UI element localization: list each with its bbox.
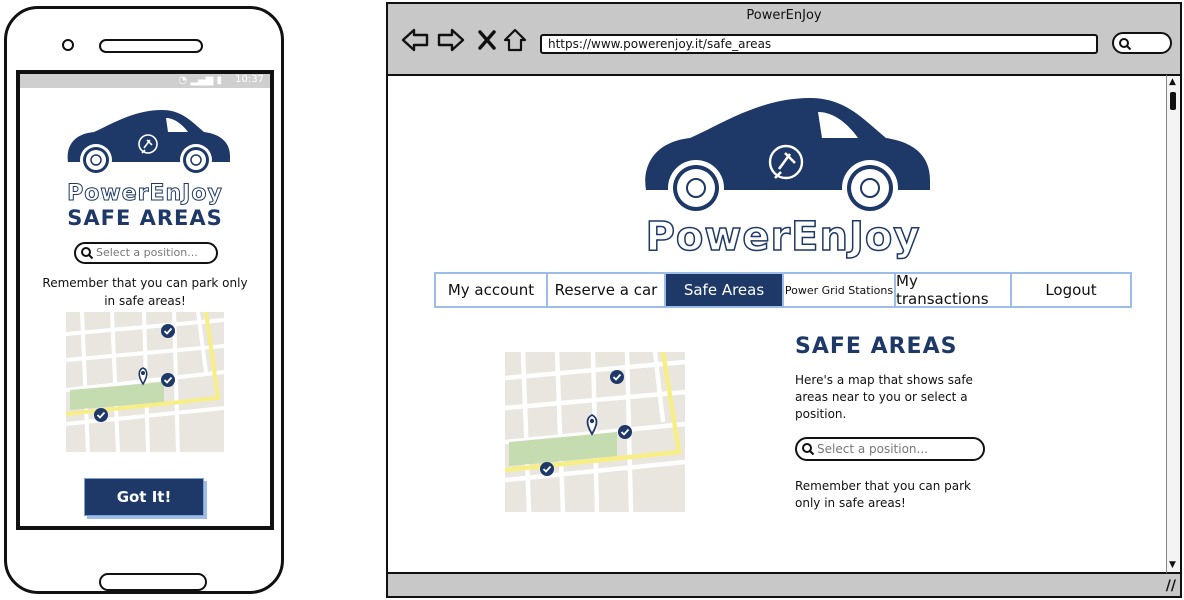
browser-search-box[interactable] xyxy=(1112,32,1172,54)
status-time: 10:37 xyxy=(235,74,264,85)
map-description: Here's a map that shows safe areas near … xyxy=(795,373,973,421)
search-icon xyxy=(81,247,94,260)
menu-item-logout[interactable]: Logout xyxy=(1012,274,1130,306)
remember-text: Remember that you can park only in safe … xyxy=(795,479,971,510)
wifi-icon: ◔ ▂▄▆ ▮ xyxy=(178,75,222,86)
car-logo-icon xyxy=(645,98,930,216)
position-search-input[interactable]: Select a position... xyxy=(74,242,218,264)
close-x-icon[interactable] xyxy=(476,26,498,54)
page-title: SAFE AREAS xyxy=(795,334,958,359)
brand-logo-text: PowerEnJoy xyxy=(67,181,223,207)
menu-item-reserve-a-car[interactable]: Reserve a car xyxy=(548,274,666,306)
home-icon[interactable] xyxy=(502,26,528,54)
scroll-up-icon[interactable]: ▲ xyxy=(1169,78,1176,87)
status-bar: ◔ ▂▄▆ ▮ 10:37 xyxy=(20,74,270,88)
window-title: PowerEnJoy xyxy=(746,8,822,23)
search-placeholder: Select a position... xyxy=(817,442,928,456)
phone-screen: ◔ ▂▄▆ ▮ 10:37 PowerEnJoy SAFE AREAS Sele… xyxy=(16,70,274,530)
address-bar-url: https://www.powerenjoy.it/safe_areas xyxy=(548,37,772,51)
check-marker-icon[interactable] xyxy=(610,370,624,384)
car-logo-icon xyxy=(67,110,231,176)
check-marker-icon[interactable] xyxy=(94,408,108,422)
menu-item-power-grid-stations[interactable]: Power Grid Stations xyxy=(784,274,896,306)
menu-item-my-transactions[interactable]: My transactions xyxy=(896,272,1012,308)
main-menu: My account Reserve a car Safe Areas Powe… xyxy=(434,272,1132,308)
vertical-scrollbar[interactable]: ▲ ▼ xyxy=(1166,74,1180,574)
scroll-thumb[interactable] xyxy=(1170,92,1176,110)
safe-areas-map[interactable] xyxy=(505,352,685,512)
phone-home-button[interactable] xyxy=(99,573,207,591)
safe-areas-map[interactable] xyxy=(66,312,224,452)
position-search-input[interactable]: Select a position... xyxy=(795,437,985,461)
search-placeholder: Select a position... xyxy=(96,246,198,259)
page-title: SAFE AREAS xyxy=(67,206,223,230)
remember-text: Remember that you can park only in safe … xyxy=(42,276,248,308)
scroll-down-icon[interactable]: ▼ xyxy=(1169,561,1176,570)
browser-window: PowerEnJoy https://www.powerenjoy.it/saf… xyxy=(386,2,1182,598)
phone-speaker xyxy=(99,39,203,53)
menu-item-safe-areas[interactable]: Safe Areas xyxy=(666,274,784,306)
check-marker-icon[interactable] xyxy=(161,324,175,338)
brand-logo-text: PowerEnJoy xyxy=(645,213,921,261)
check-marker-icon[interactable] xyxy=(618,425,632,439)
page-content: PowerEnJoy My account Reserve a car Safe… xyxy=(388,74,1166,574)
search-icon xyxy=(1119,38,1132,51)
phone-camera xyxy=(62,39,74,51)
check-marker-icon[interactable] xyxy=(540,462,554,476)
menu-item-my-account[interactable]: My account xyxy=(436,274,548,306)
got-it-button[interactable]: Got It! xyxy=(84,478,204,516)
back-arrow-icon[interactable] xyxy=(400,26,430,54)
forward-arrow-icon[interactable] xyxy=(436,26,466,54)
address-bar[interactable]: https://www.powerenjoy.it/safe_areas xyxy=(540,34,1098,54)
resize-grip-icon[interactable]: // xyxy=(1166,578,1176,594)
search-icon xyxy=(802,443,815,456)
check-marker-icon[interactable] xyxy=(161,373,175,387)
